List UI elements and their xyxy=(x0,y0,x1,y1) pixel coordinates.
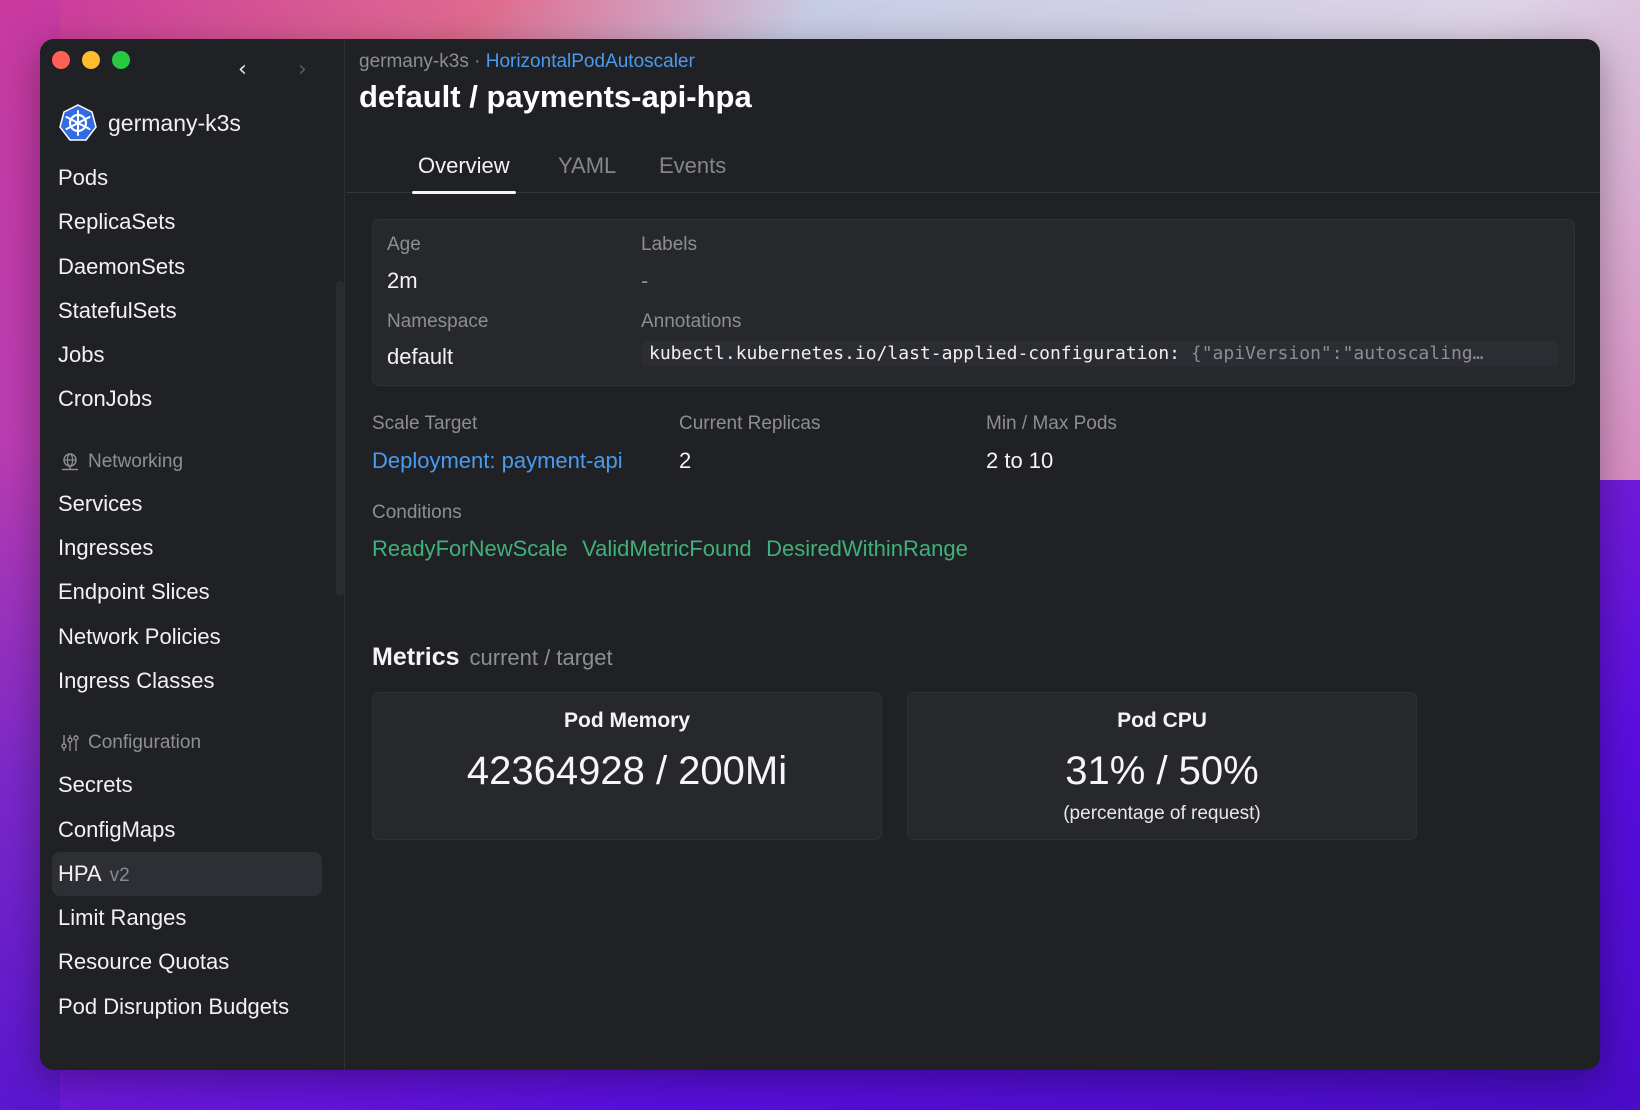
cluster-selector[interactable]: germany-k3s xyxy=(58,103,241,143)
app-window: ‹ › germany-k3s Pods ReplicaSets DaemonS… xyxy=(40,39,1600,1070)
zoom-window-button[interactable] xyxy=(112,51,130,69)
sidebar-item-endpoint-slices[interactable]: Endpoint Slices xyxy=(40,570,344,614)
breadcrumb-kind-link[interactable]: HorizontalPodAutoscaler xyxy=(486,51,695,72)
sliders-icon xyxy=(61,735,79,752)
metadata-card: Age 2m Labels - Namespace default Annota… xyxy=(372,219,1575,386)
sidebar-item-hpa-label: HPA xyxy=(58,860,102,886)
namespace-label: Namespace xyxy=(387,311,489,332)
chevron-right-icon[interactable]: › xyxy=(298,59,307,81)
scale-target-label: Scale Target xyxy=(372,413,478,434)
main-content: germany-k3s · HorizontalPodAutoscaler de… xyxy=(346,39,1600,1070)
annotation-value: {"apiVersion":"autoscaling… xyxy=(1190,343,1484,364)
min-max-pods-label: Min / Max Pods xyxy=(986,413,1117,434)
sidebar-item-limit-ranges[interactable]: Limit Ranges xyxy=(40,896,344,940)
sidebar-item-cronjobs[interactable]: CronJobs xyxy=(40,377,344,421)
tab-events[interactable]: Events xyxy=(659,149,726,193)
breadcrumb-cluster[interactable]: germany-k3s xyxy=(359,51,469,72)
metrics-title: Metrics xyxy=(372,643,460,671)
cluster-name: germany-k3s xyxy=(108,109,241,136)
sidebar-item-jobs[interactable]: Jobs xyxy=(40,333,344,377)
current-replicas-value: 2 xyxy=(679,448,692,473)
metric-note: (percentage of request) xyxy=(1063,803,1261,824)
close-window-button[interactable] xyxy=(52,51,70,69)
chevron-left-icon[interactable]: ‹ xyxy=(238,59,247,81)
age-label: Age xyxy=(387,234,421,255)
sidebar-item-ingresses[interactable]: Ingresses xyxy=(40,526,344,570)
network-globe-icon xyxy=(62,453,78,470)
tab-overview[interactable]: Overview xyxy=(412,149,516,194)
condition-desired-within-range: DesiredWithinRange xyxy=(766,536,968,561)
current-replicas-label: Current Replicas xyxy=(679,413,821,434)
conditions-label: Conditions xyxy=(372,502,462,523)
labels-value: - xyxy=(641,268,649,293)
page-title: default / payments-api-hpa xyxy=(359,79,752,114)
window-controls xyxy=(52,51,130,69)
sidebar-item-network-policies[interactable]: Network Policies xyxy=(40,615,344,659)
sidebar: ‹ › germany-k3s Pods ReplicaSets DaemonS… xyxy=(40,39,345,1070)
metric-card-pod-cpu: Pod CPU 31% / 50% (percentage of request… xyxy=(907,692,1417,840)
sidebar-item-secrets[interactable]: Secrets xyxy=(40,763,344,807)
sidebar-scrollbar[interactable] xyxy=(336,281,344,596)
sidebar-item-daemonsets[interactable]: DaemonSets xyxy=(40,245,344,289)
sidebar-item-resource-quotas[interactable]: Resource Quotas xyxy=(40,940,344,984)
metric-value: 42364928 / 200Mi xyxy=(466,749,788,793)
metrics-subtitle: current / target xyxy=(469,645,613,670)
age-value: 2m xyxy=(387,268,418,293)
sidebar-item-pods[interactable]: Pods xyxy=(40,156,344,200)
metric-card-pod-memory: Pod Memory 42364928 / 200Mi xyxy=(372,692,882,840)
metric-title: Pod CPU xyxy=(1117,709,1207,732)
section-configuration-label: Configuration xyxy=(88,732,202,754)
sidebar-nav: Pods ReplicaSets DaemonSets StatefulSets… xyxy=(40,156,344,1029)
sidebar-item-ingress-classes[interactable]: Ingress Classes xyxy=(40,659,344,703)
sidebar-item-replicasets[interactable]: ReplicaSets xyxy=(40,200,344,244)
metric-value: 31% / 50% xyxy=(1065,749,1259,793)
section-configuration[interactable]: Configuration xyxy=(40,723,344,763)
metrics-heading: Metrics current / target xyxy=(372,643,613,672)
scale-target-link[interactable]: Deployment: payment-api xyxy=(372,448,623,474)
section-networking[interactable]: Networking xyxy=(40,442,344,482)
metric-title: Pod Memory xyxy=(563,709,691,732)
condition-valid-metric-found: ValidMetricFound xyxy=(582,536,752,561)
annotation-key: kubectl.kubernetes.io/last-applied-confi… xyxy=(649,343,1181,364)
sidebar-item-configmaps[interactable]: ConfigMaps xyxy=(40,808,344,852)
annotation-entry[interactable]: kubectl.kubernetes.io/last-applied-confi… xyxy=(641,341,1559,367)
breadcrumb-separator: · xyxy=(474,51,481,72)
tab-yaml[interactable]: YAML xyxy=(558,149,616,193)
condition-ready-for-new-scale: ReadyForNewScale xyxy=(372,536,568,561)
conditions-list: ReadyForNewScale ValidMetricFound Desire… xyxy=(372,536,978,562)
sidebar-item-pod-disruption-budgets[interactable]: Pod Disruption Budgets xyxy=(40,985,344,1029)
breadcrumb: germany-k3s · HorizontalPodAutoscaler xyxy=(359,51,695,73)
namespace-value: default xyxy=(387,344,454,369)
tab-bar: Overview YAML Events xyxy=(346,149,1600,194)
kubernetes-logo-icon xyxy=(59,104,97,141)
annotations-label: Annotations xyxy=(641,311,742,332)
sidebar-item-hpa[interactable]: HPA v2 xyxy=(52,851,322,897)
section-networking-label: Networking xyxy=(88,450,184,472)
sidebar-item-services[interactable]: Services xyxy=(40,482,344,526)
sidebar-item-statefulsets[interactable]: StatefulSets xyxy=(40,289,344,333)
minimize-window-button[interactable] xyxy=(82,51,100,69)
min-max-pods-value: 2 to 10 xyxy=(986,448,1054,473)
labels-label: Labels xyxy=(641,234,697,255)
api-version-badge: v2 xyxy=(109,864,130,886)
